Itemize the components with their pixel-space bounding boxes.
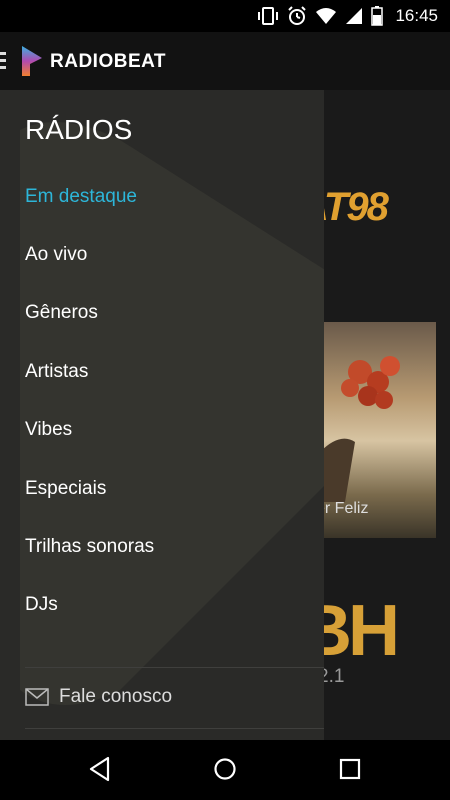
contact-link[interactable]: Fale conosco [25, 686, 172, 708]
vibrate-icon [258, 7, 279, 25]
mail-icon [25, 688, 49, 706]
signal-icon [346, 8, 363, 24]
status-bar: 16:45 [0, 0, 450, 32]
recents-icon[interactable] [339, 756, 361, 782]
radiobeat-logo-icon [22, 46, 42, 76]
menu-item-generos[interactable]: Gêneros [25, 302, 98, 324]
system-nav-bar [0, 740, 450, 800]
menu-item-ao-vivo[interactable]: Ao vivo [25, 244, 87, 266]
drawer-divider-bottom [25, 728, 324, 729]
app-title: RADIOBEAT [50, 51, 167, 72]
hamburger-icon[interactable] [0, 52, 6, 70]
battery-icon [371, 6, 384, 26]
menu-item-artistas[interactable]: Artistas [25, 361, 88, 383]
home-icon[interactable] [213, 756, 237, 782]
drawer-heading: RÁDIOS [25, 114, 133, 145]
wifi-icon [316, 8, 337, 24]
menu-item-trilhas-sonoras[interactable]: Trilhas sonoras [25, 536, 154, 558]
menu-item-vibes[interactable]: Vibes [25, 419, 72, 441]
alarm-icon [288, 6, 307, 25]
drawer-divider [25, 667, 324, 668]
status-icons: 16:45 [257, 6, 438, 26]
app-bar: RADIOBEAT [0, 32, 450, 90]
navigation-drawer: RÁDIOS Em destaque Ao vivo Gêneros Artis… [0, 90, 324, 740]
contact-label: Fale conosco [59, 686, 173, 707]
menu-item-djs[interactable]: DJs [25, 594, 58, 616]
back-icon[interactable] [88, 756, 112, 782]
menu-item-em-destaque[interactable]: Em destaque [25, 186, 137, 208]
status-time: 16:45 [395, 6, 438, 25]
menu-item-especiais[interactable]: Especiais [25, 478, 106, 500]
